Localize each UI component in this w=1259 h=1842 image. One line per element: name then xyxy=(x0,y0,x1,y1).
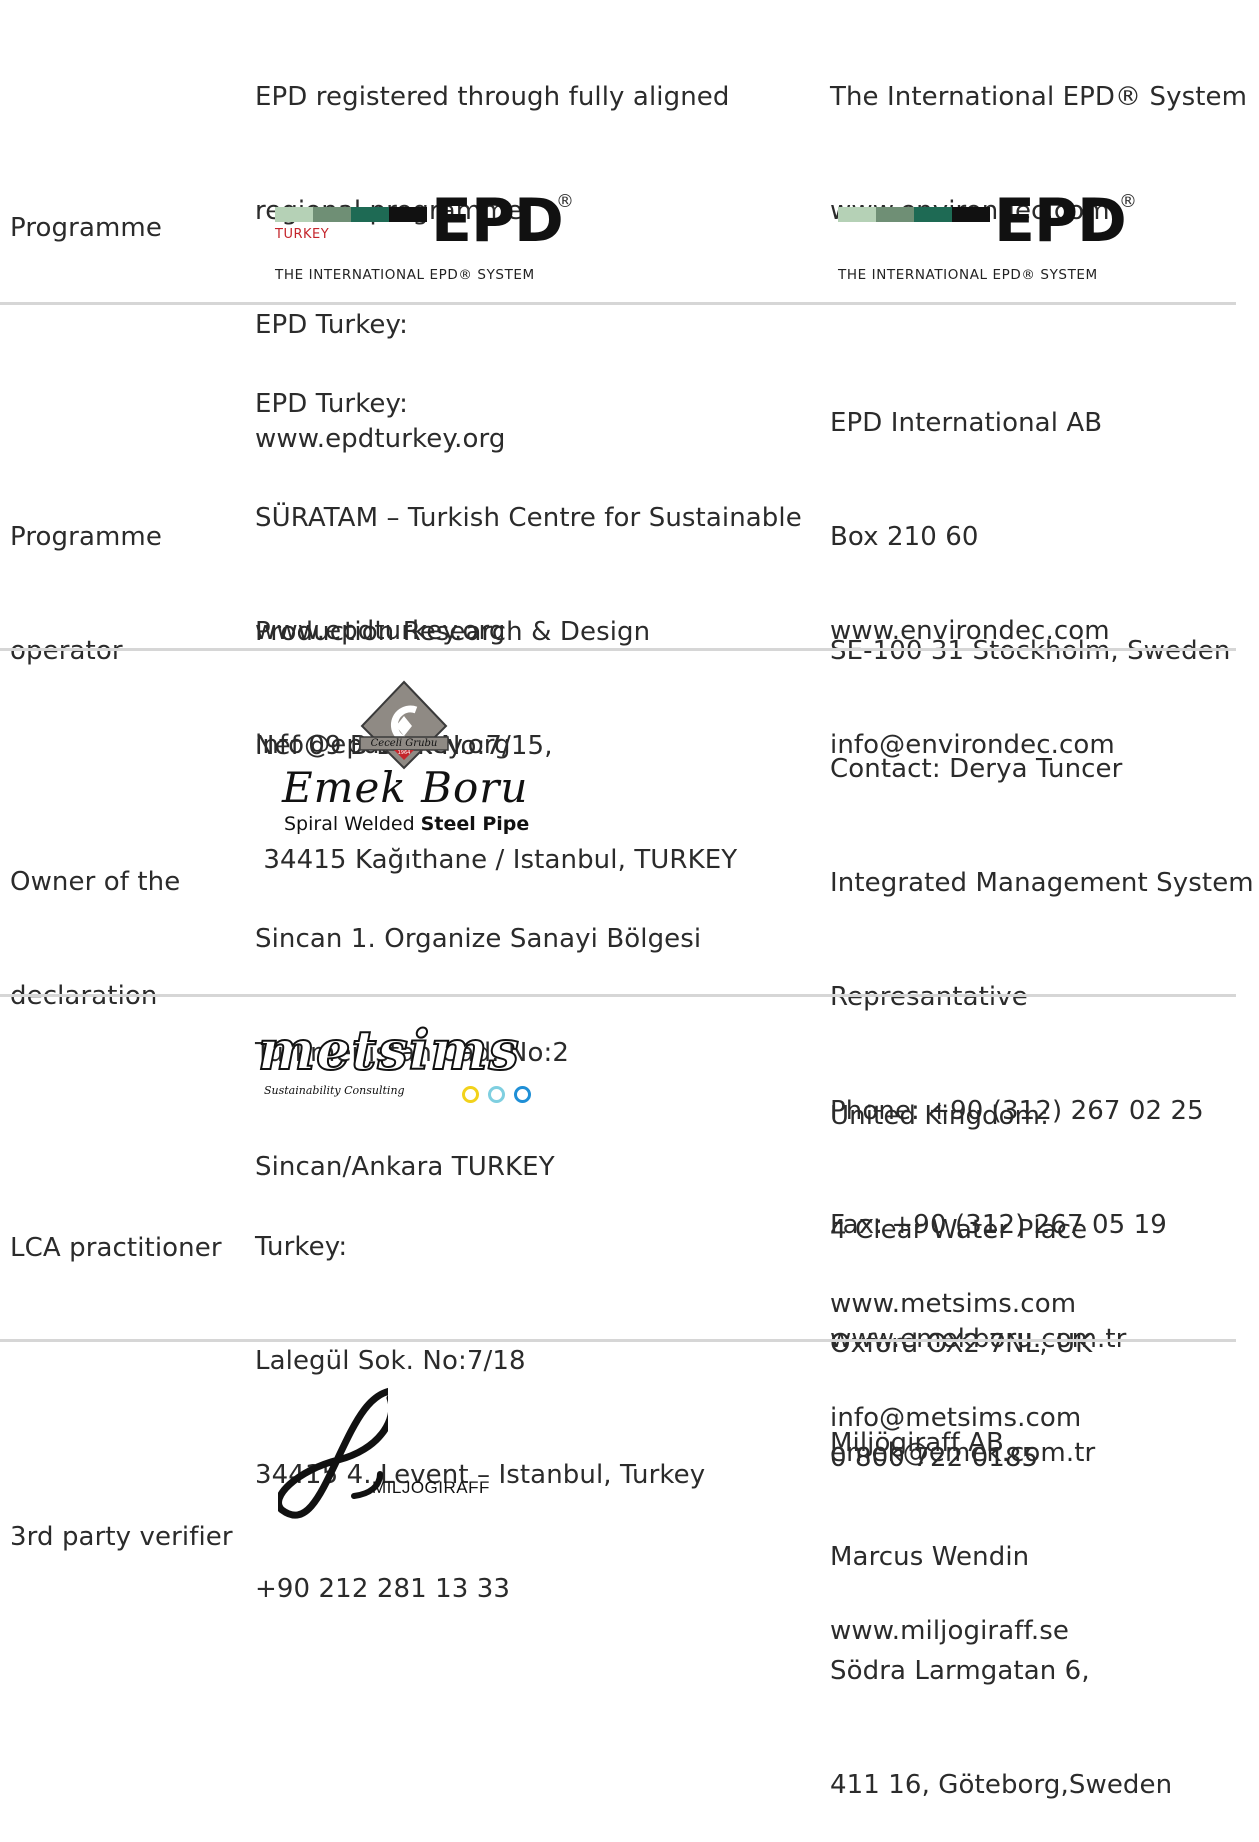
logo-epd-word: EPD xyxy=(431,186,564,256)
epd-turkey-logo: TURKEY EPD ® THE INTERNATIONAL EPD® SYST… xyxy=(275,191,575,285)
epd-international-logo: EPD ® THE INTERNATIONAL EPD® SYSTEM xyxy=(838,191,1138,285)
emek-boru-tagline: Spiral Welded Steel Pipe xyxy=(284,813,530,835)
environdec-web-link[interactable]: www.environdec.com xyxy=(830,612,1115,650)
epdturkey-web-link[interactable]: www.epdturkey.org xyxy=(255,612,511,650)
logo-bar-3 xyxy=(351,207,389,222)
logo-bar-2 xyxy=(313,207,351,222)
miljogiraff-wordmark: MILJÖGIRAFF xyxy=(372,1478,490,1497)
row-divider xyxy=(0,648,1236,651)
emblem-year: 1964 xyxy=(397,750,411,756)
logo-bar-2 xyxy=(876,207,914,222)
row-label-programme-operator: Programme operator xyxy=(10,522,162,666)
logo-turkey-tag: TURKEY xyxy=(275,227,330,242)
logo-bar-1 xyxy=(275,207,313,222)
row-divider xyxy=(0,302,1236,305)
metsims-ring-cyan-icon xyxy=(488,1086,505,1103)
metsims-web-link[interactable]: www.metsims.com xyxy=(830,1285,1081,1323)
row-label-owner: Owner of the declaration xyxy=(10,867,181,1011)
row-label-lca-practitioner: LCA practitioner xyxy=(10,1233,222,1263)
logo-bar-4 xyxy=(389,207,427,222)
miljogiraff-infinity-icon xyxy=(275,1380,416,1536)
metsims-ring-blue-icon xyxy=(514,1086,531,1103)
verifier-contact: www.miljogiraff.se xyxy=(830,1536,1069,1688)
logo-bar-1 xyxy=(838,207,876,222)
row-label-verifier: 3rd party verifier xyxy=(10,1522,233,1552)
metsims-wordmark: metsims xyxy=(257,1017,520,1083)
logo-subtitle: THE INTERNATIONAL EPD® SYSTEM xyxy=(838,267,1098,283)
row-divider xyxy=(0,1339,1236,1342)
row-divider xyxy=(0,994,1236,997)
logo-epd-word: EPD xyxy=(994,186,1127,256)
emblem-banner-text: Ceceli Grubu xyxy=(370,738,438,749)
ceceli-grubu-emblem: Ceceli Grubu 1964 xyxy=(358,680,450,770)
row-label-programme: Programme xyxy=(10,213,162,243)
metsims-ring-yellow-icon xyxy=(462,1086,479,1103)
emek-boru-wordmark: Emek Boru xyxy=(282,763,529,812)
logo-registered-mark: ® xyxy=(556,191,574,212)
metsims-tagline: Sustainability Consulting xyxy=(264,1084,405,1097)
miljogiraff-web-link[interactable]: www.miljogiraff.se xyxy=(830,1612,1069,1650)
logo-bar-4 xyxy=(952,207,990,222)
logo-bar-3 xyxy=(914,207,952,222)
logo-subtitle: THE INTERNATIONAL EPD® SYSTEM xyxy=(275,267,535,283)
logo-registered-mark: ® xyxy=(1119,191,1137,212)
